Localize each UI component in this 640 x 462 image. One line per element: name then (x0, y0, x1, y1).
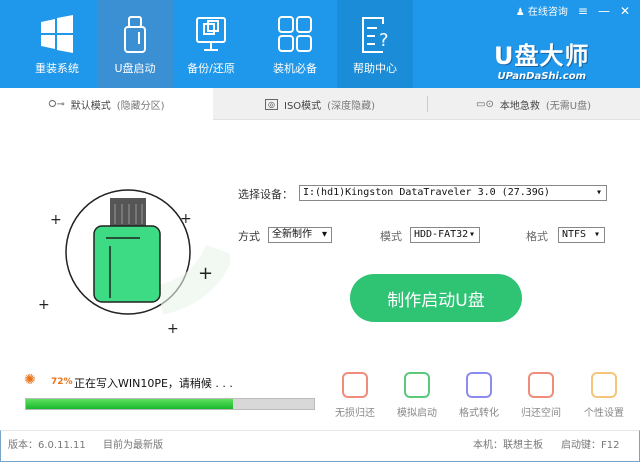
method-label: 方式 (238, 230, 260, 243)
usb-illustration (65, 189, 230, 315)
tab-note: (无需U盘) (545, 100, 591, 112)
tab-local-rescue[interactable]: ▭⊙ 本地急救 (无需U盘) (427, 88, 640, 120)
logo-subtitle: UPanDaShi.com (497, 71, 587, 82)
mode-tabs: ⭘⊸ 默认模式 (隐藏分区) ◎ ISO模式 (深度隐藏) ▭⊙ 本地急救 (无需U盘… (0, 88, 640, 120)
tab-iso-mode[interactable]: ◎ ISO模式 (深度隐藏) (213, 88, 427, 120)
windows-icon (41, 15, 73, 53)
merge-arrows-icon (528, 372, 554, 398)
method-select[interactable]: 全新制作 (268, 227, 332, 243)
tab-label: 默认模式 (70, 100, 111, 112)
progress-fill (26, 399, 234, 409)
tab-label: ISO模式 (284, 100, 322, 112)
sparkle-icon: + (198, 263, 214, 284)
restore-icon (342, 372, 368, 398)
tool-lossless-restore[interactable]: 无损归还 (325, 372, 385, 419)
tool-simulate-boot[interactable]: 模拟启动 (387, 372, 447, 419)
nav-essentials[interactable]: 装机必备 (257, 0, 333, 88)
status-bar: 版本：6.0.11.11 目前为最新版 本机：联想主板 启动键：F12 (0, 430, 640, 462)
tool-personal-settings[interactable]: 个性设置 (574, 372, 634, 419)
nav-usb-boot[interactable]: U盘启动 (97, 0, 173, 88)
nav-backup-restore[interactable]: 备份/还原 (173, 0, 249, 88)
tool-restore-space[interactable]: 归还空间 (511, 372, 571, 419)
tool-label: 个性设置 (584, 408, 624, 419)
header: 重装系统 U盘启动 备份/还原 装机必备 ? 帮助中心 ♟ 在线咨询 ≡ — ✕… (0, 0, 640, 88)
update-status: 目前为最新版 (103, 440, 163, 451)
nav-label: 备份/还原 (187, 62, 235, 75)
nav-label: 装机必备 (273, 62, 317, 75)
machine-info: 本机：联想主板 (473, 440, 543, 451)
convert-icon (466, 372, 492, 398)
boot-key-info: 启动键：F12 (561, 440, 620, 451)
tab-note: (隐藏分区) (116, 100, 165, 112)
device-label: 选择设备： (238, 188, 293, 201)
progress-percent: 72% (51, 377, 73, 387)
monitor-location-icon: ▭⊙ (476, 98, 494, 110)
online-help-link[interactable]: ♟ 在线咨询 (516, 3, 568, 18)
minimize-icon[interactable]: — (598, 4, 610, 18)
usb-icon: ⭘⊸ (48, 98, 65, 110)
progress-status: 正在写入WIN10PE，请稍候 . . . (74, 377, 233, 390)
tool-label: 归还空间 (521, 408, 561, 419)
tool-label: 模拟启动 (397, 408, 437, 419)
nav-label: 帮助中心 (353, 62, 397, 75)
apps-grid-icon (278, 16, 312, 52)
tool-format-convert[interactable]: 格式转化 (449, 372, 509, 419)
logo-title: U盘大师 (494, 42, 590, 70)
format-label: 格式 (526, 230, 548, 243)
progress-bar (25, 398, 315, 410)
help-document-icon: ? (362, 17, 389, 53)
online-help-label: 在线咨询 (527, 7, 568, 18)
sparkle-icon: + (50, 212, 62, 228)
nav-label: 重装系统 (35, 62, 79, 75)
monitor-power-icon (404, 372, 430, 398)
settings-doc-icon (591, 372, 617, 398)
make-boot-usb-button[interactable]: 制作启动U盘 (350, 274, 522, 322)
tool-label: 格式转化 (459, 408, 499, 419)
nav-label: U盘启动 (114, 62, 156, 75)
close-icon[interactable]: ✕ (620, 4, 630, 18)
monitor-copy-icon (196, 17, 226, 51)
usb-drive-icon (124, 16, 146, 53)
format-select[interactable]: NTFS (558, 227, 605, 243)
menu-icon[interactable]: ≡ (578, 4, 588, 18)
version-text: 版本：6.0.11.11 (8, 440, 86, 451)
sparkle-icon: + (167, 321, 179, 337)
loading-spinner-icon: ✺ (24, 372, 36, 388)
svg-text:?: ? (379, 30, 389, 51)
tab-default-mode[interactable]: ⭘⊸ 默认模式 (隐藏分区) (0, 88, 213, 120)
tab-note: (深度隐藏) (327, 100, 375, 112)
device-select[interactable]: I:(hd1)Kingston DataTraveler 3.0 (27.39G… (299, 185, 607, 201)
tool-label: 无损归还 (335, 408, 375, 419)
nav-reinstall-system[interactable]: 重装系统 (19, 0, 95, 88)
iso-disc-icon: ◎ (265, 98, 278, 110)
logo: U盘大师 UPanDaShi.com (494, 36, 590, 82)
nav-help-center[interactable]: ? 帮助中心 (337, 0, 413, 88)
sparkle-icon: + (38, 297, 50, 313)
sparkle-icon: + (180, 211, 192, 227)
tab-label: 本地急救 (499, 100, 540, 112)
mode-label: 模式 (380, 230, 402, 243)
mode-select[interactable]: HDD-FAT32 (410, 227, 480, 243)
